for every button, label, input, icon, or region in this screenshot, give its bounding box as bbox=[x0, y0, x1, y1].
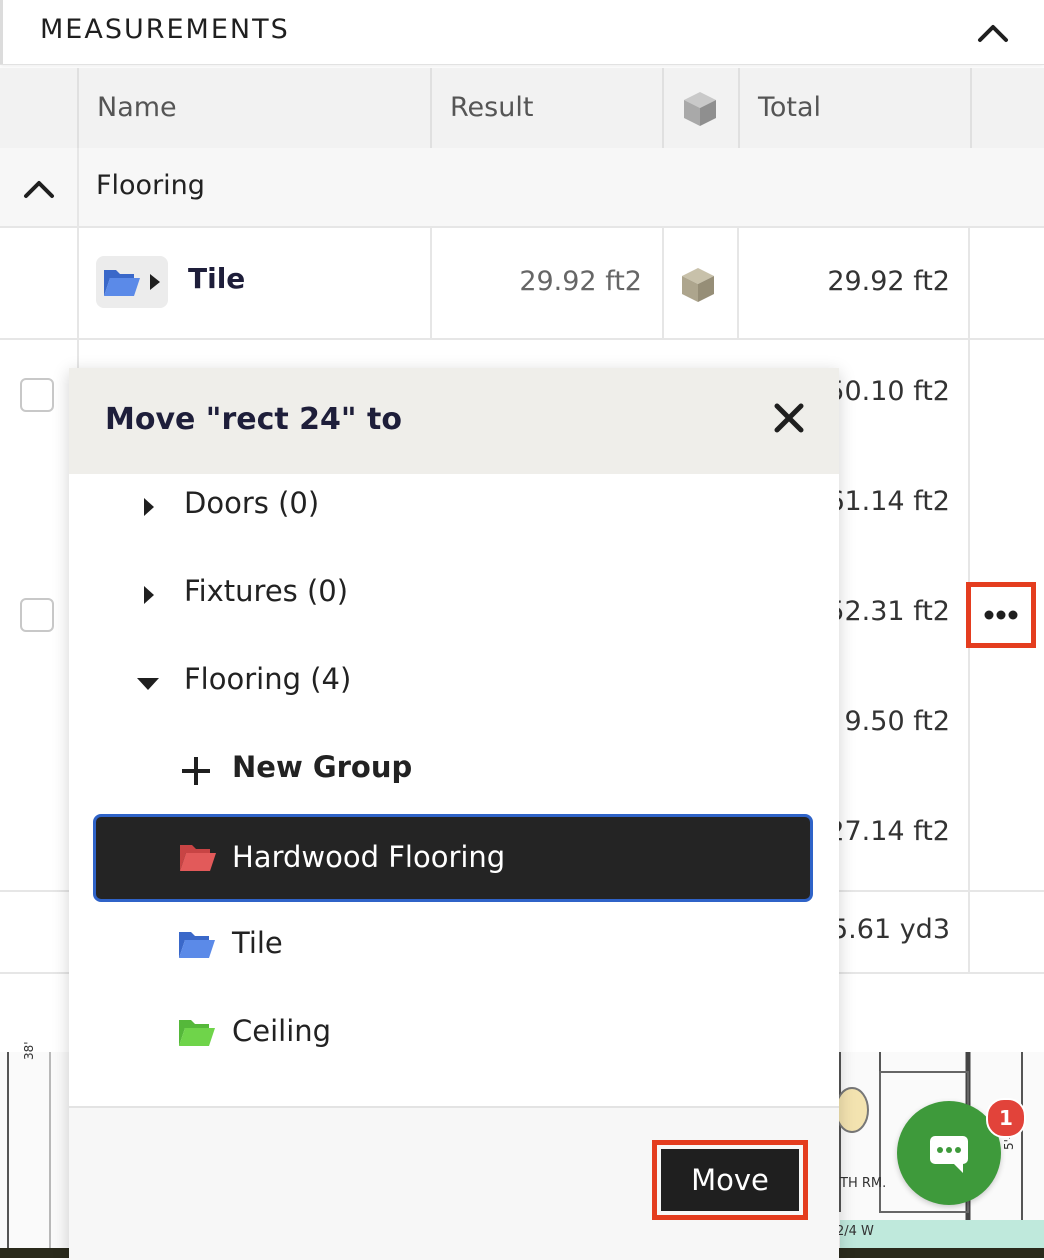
tree-item-label: Fixtures (0) bbox=[184, 574, 349, 608]
panel-edge bbox=[0, 0, 3, 64]
folder-open-icon bbox=[104, 270, 140, 296]
dialog-footer: Move bbox=[69, 1106, 839, 1260]
result-column-header[interactable]: Result bbox=[430, 68, 662, 148]
row-checkbox[interactable] bbox=[20, 598, 54, 632]
total-column-header[interactable]: Total bbox=[738, 68, 970, 148]
row-result: 29.92 ft2 bbox=[519, 266, 642, 297]
move-button[interactable]: Move bbox=[661, 1149, 799, 1211]
table-header: Name Result Total bbox=[0, 68, 1044, 148]
folder-open-icon bbox=[179, 1020, 215, 1046]
row-total: 61.14 ft2 bbox=[827, 486, 950, 517]
panel-title: MEASUREMENTS bbox=[40, 14, 290, 45]
side-dimension-label: 38' bbox=[22, 1041, 36, 1060]
tree-item-label: Flooring (4) bbox=[184, 662, 352, 696]
select-column-header bbox=[0, 68, 77, 148]
tree-item-label: Doors (0) bbox=[184, 486, 320, 520]
folder-option-ceiling[interactable]: Ceiling bbox=[69, 994, 839, 1074]
caret-down-icon[interactable] bbox=[135, 676, 161, 692]
close-icon bbox=[774, 403, 804, 433]
row-more-options-button[interactable] bbox=[966, 582, 1036, 648]
measurements-header: MEASUREMENTS bbox=[0, 0, 1044, 65]
plus-icon bbox=[182, 757, 210, 785]
folder-option-label: Tile bbox=[232, 926, 283, 960]
dialog-title: Move "rect 24" to bbox=[105, 402, 402, 437]
divider bbox=[737, 228, 739, 338]
group-label: Flooring bbox=[96, 170, 205, 201]
divider bbox=[430, 228, 432, 338]
divider bbox=[662, 228, 664, 338]
total-column-label: Total bbox=[758, 92, 822, 123]
tree-item-fixtures[interactable]: Fixtures (0) bbox=[69, 554, 839, 634]
expand-folder-button[interactable] bbox=[96, 256, 168, 308]
name-column-header[interactable]: Name bbox=[77, 68, 430, 148]
3d-column-header[interactable] bbox=[662, 68, 738, 148]
folder-option-label: Ceiling bbox=[232, 1014, 332, 1048]
dimension-label: 2/4 W bbox=[836, 1224, 874, 1239]
row-total: 27.14 ft2 bbox=[827, 816, 950, 847]
dialog-header: Move "rect 24" to bbox=[69, 368, 839, 474]
row-total: 50.10 ft2 bbox=[827, 376, 950, 407]
close-dialog-button[interactable] bbox=[769, 398, 809, 438]
folder-option-tile[interactable]: Tile bbox=[69, 906, 839, 986]
folder-option-hardwood-flooring[interactable]: Hardwood Flooring bbox=[93, 814, 813, 902]
move-button-highlight: Move bbox=[652, 1140, 808, 1220]
new-group-label: New Group bbox=[232, 750, 413, 784]
chat-notification-badge: 1 bbox=[986, 1098, 1026, 1138]
chevron-up-icon bbox=[978, 25, 1008, 42]
tree-item-flooring[interactable]: Flooring (4) bbox=[69, 642, 839, 722]
divider bbox=[968, 892, 970, 972]
chevron-up-icon[interactable] bbox=[22, 176, 56, 200]
cube-icon bbox=[684, 92, 716, 126]
folder-open-icon bbox=[180, 845, 216, 871]
row-total: 52.31 ft2 bbox=[827, 596, 950, 627]
cube-icon bbox=[682, 268, 714, 302]
row-total: 29.92 ft2 bbox=[827, 266, 950, 297]
divider bbox=[77, 148, 79, 226]
actions-column-header bbox=[970, 68, 1044, 148]
folder-option-label: Hardwood Flooring bbox=[232, 840, 506, 874]
divider bbox=[77, 228, 79, 338]
row-checkbox[interactable] bbox=[20, 378, 54, 412]
room-label: TH RM. bbox=[840, 1176, 887, 1191]
group-row-flooring[interactable]: Flooring bbox=[0, 148, 1044, 228]
caret-right-icon bbox=[150, 274, 160, 290]
more-horizontal-icon bbox=[984, 610, 1018, 620]
row-total: 5.61 yd3 bbox=[831, 914, 950, 945]
caret-right-icon[interactable] bbox=[141, 496, 157, 518]
row-name: Tile bbox=[188, 262, 246, 295]
tree-item-doors[interactable]: Doors (0) bbox=[69, 466, 839, 546]
move-dialog: Move "rect 24" to Doors (0) Fixtures (0)… bbox=[69, 368, 839, 1260]
new-group-button[interactable]: New Group bbox=[69, 730, 839, 810]
divider bbox=[968, 228, 970, 338]
folder-open-icon bbox=[179, 932, 215, 958]
name-column-label: Name bbox=[97, 92, 177, 123]
caret-right-icon[interactable] bbox=[141, 584, 157, 606]
row-total: 9.50 ft2 bbox=[844, 706, 951, 737]
table-row[interactable]: Tile 29.92 ft2 29.92 ft2 bbox=[0, 228, 1044, 340]
collapse-panel-button[interactable] bbox=[974, 16, 1012, 48]
result-column-label: Result bbox=[450, 92, 534, 123]
